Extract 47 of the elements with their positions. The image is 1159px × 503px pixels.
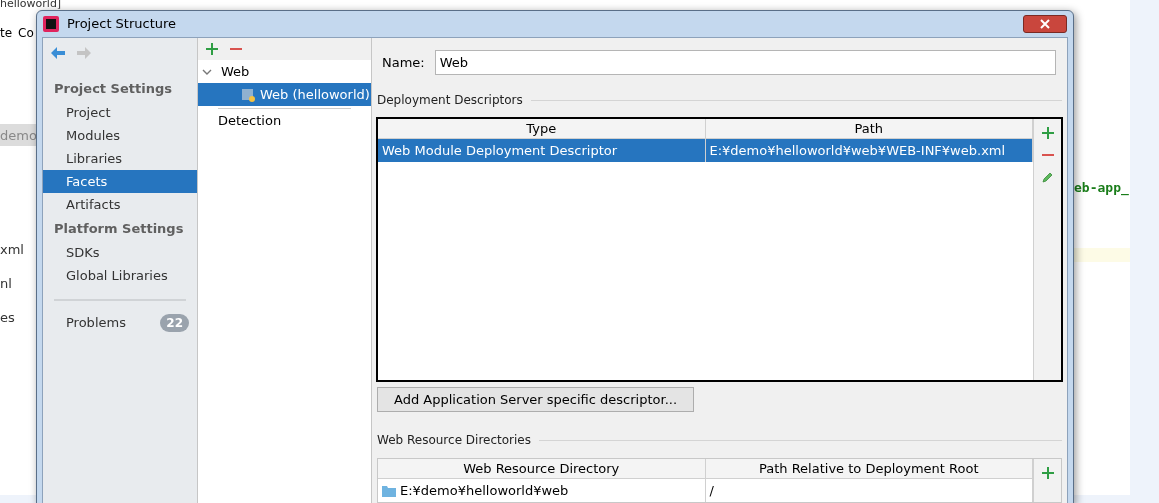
table-row[interactable]: Web Module Deployment Descriptor E:¥demo¥helloworld¥web¥WEB-INF¥web.xml — [378, 139, 1033, 162]
sidebar-item[interactable]: SDKs — [43, 241, 197, 264]
count-badge: 22 — [160, 314, 189, 332]
file-name[interactable]: nl — [0, 274, 12, 294]
column-header[interactable]: Type — [378, 119, 706, 138]
tree-item[interactable]: Web — [198, 60, 371, 83]
add-icon[interactable] — [1041, 467, 1054, 479]
sidebar-item[interactable]: Problems — [66, 313, 126, 333]
section-header: Project Settings — [53, 80, 173, 98]
pencil-icon[interactable] — [1041, 171, 1054, 183]
close-button[interactable] — [1023, 15, 1067, 33]
sidebar-item[interactable]: Libraries — [43, 147, 197, 170]
section-title: Web Resource Directories — [377, 432, 531, 449]
table-cell-text: E:¥demo¥helloworld¥web¥WEB-INF¥web.xml — [709, 141, 1006, 160]
tree-item[interactable]: Detection — [198, 109, 371, 132]
window-title: Project Structure — [67, 15, 177, 34]
chevron-icon[interactable] — [202, 67, 212, 76]
app-logo-icon — [43, 16, 59, 32]
name-field[interactable]: Web — [434, 50, 1056, 75]
file-name[interactable]: es — [0, 308, 15, 328]
sidebar-item[interactable]: Facets — [43, 170, 197, 193]
line-highlight — [1074, 248, 1130, 262]
menu-item[interactable]: Co — [18, 24, 34, 42]
close-icon — [1040, 19, 1050, 29]
field-label: Name: — [382, 53, 425, 72]
sidebar-item[interactable]: Modules — [43, 124, 197, 147]
table-cell-text: / — [709, 481, 714, 500]
web-facet-icon — [242, 87, 256, 102]
section-header: Platform Settings — [53, 220, 185, 238]
add-descriptor-button[interactable]: Add Application Server specific descriptor... — [377, 387, 695, 412]
menu-item[interactable]: te — [0, 24, 13, 42]
table-cell-text: Web Module Deployment Descriptor — [382, 141, 618, 160]
sidebar-item[interactable]: Artifacts — [43, 193, 197, 216]
folder-icon — [382, 484, 396, 497]
add-icon[interactable] — [1041, 127, 1054, 139]
sidebar-item[interactable]: Global Libraries — [43, 264, 197, 287]
remove-icon[interactable] — [230, 47, 242, 51]
sidebar-item[interactable]: Project — [43, 101, 197, 124]
back-arrow-icon[interactable] — [51, 47, 65, 59]
table-cell-text: E:¥demo¥helloworld¥web — [400, 481, 569, 500]
column-header[interactable]: Web Resource Directory — [378, 459, 706, 478]
remove-icon[interactable] — [1041, 153, 1054, 157]
file-name[interactable]: xml — [0, 240, 24, 260]
code-text: eb-app_ — [1074, 179, 1129, 198]
section-title: Deployment Descriptors — [377, 92, 523, 109]
tree-item[interactable]: Web (helloworld) — [198, 83, 371, 106]
add-icon[interactable] — [206, 43, 218, 55]
